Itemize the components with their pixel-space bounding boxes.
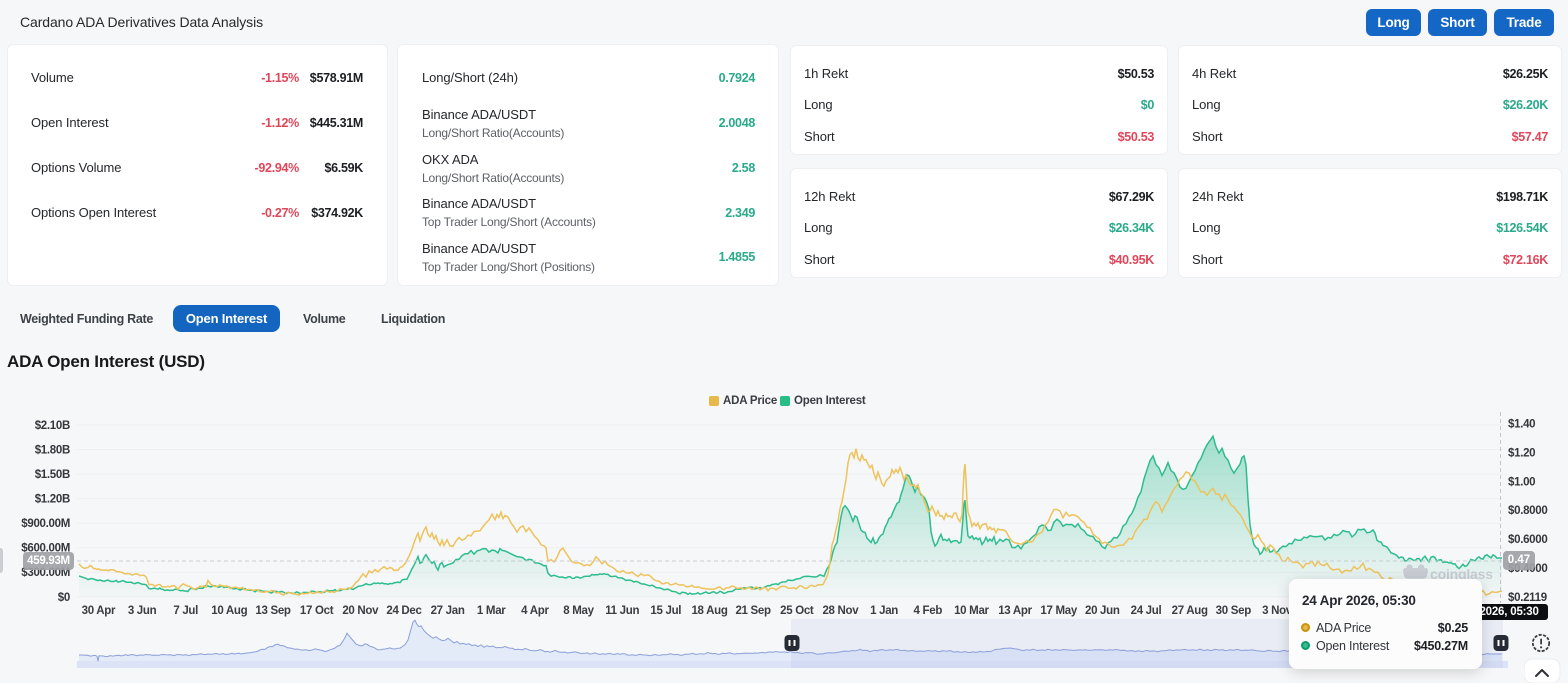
svg-text:$2.10B: $2.10B (35, 420, 70, 432)
svg-text:4 Apr: 4 Apr (521, 605, 549, 617)
svg-text:4 Feb: 4 Feb (914, 605, 943, 617)
svg-text:1 Mar: 1 Mar (477, 605, 506, 617)
svg-text:30 Apr: 30 Apr (82, 605, 116, 617)
svg-text:13 Sep: 13 Sep (255, 605, 291, 617)
svg-text:3 Jun: 3 Jun (128, 605, 157, 617)
svg-text:10 Aug: 10 Aug (211, 605, 247, 617)
svg-text:27 Aug: 27 Aug (1172, 605, 1208, 617)
svg-text:13 Apr: 13 Apr (998, 605, 1032, 617)
svg-text:20 Jun: 20 Jun (1085, 605, 1120, 617)
svg-text:$900.00M: $900.00M (21, 518, 70, 530)
svg-text:$1.80B: $1.80B (35, 445, 70, 457)
svg-text:$1.20B: $1.20B (35, 494, 70, 506)
svg-text:28 Nov: 28 Nov (822, 605, 859, 617)
svg-text:$1.00: $1.00 (1508, 476, 1535, 488)
svg-text:$0.6000: $0.6000 (1508, 534, 1547, 546)
svg-text:20 Nov: 20 Nov (342, 605, 379, 617)
svg-text:30 Sep: 30 Sep (1216, 605, 1252, 617)
svg-text:17 Oct: 17 Oct (300, 605, 334, 617)
svg-text:21 Sep: 21 Sep (735, 605, 771, 617)
svg-text:1 Jan: 1 Jan (870, 605, 898, 617)
svg-text:15 Jul: 15 Jul (650, 605, 681, 617)
svg-text:24 Dec: 24 Dec (386, 605, 422, 617)
svg-text:$0.2119: $0.2119 (1508, 592, 1547, 604)
svg-text:$1.40: $1.40 (1508, 419, 1535, 431)
svg-text:25 Oct: 25 Oct (780, 605, 814, 617)
svg-text:7 Jul: 7 Jul (173, 605, 198, 617)
svg-text:$0: $0 (58, 592, 70, 604)
svg-text:18 Aug: 18 Aug (691, 605, 727, 617)
svg-text:8 May: 8 May (563, 605, 594, 617)
svg-text:$1.20: $1.20 (1508, 447, 1535, 459)
svg-text:10 Mar: 10 Mar (954, 605, 989, 617)
svg-text:24 Jul: 24 Jul (1131, 605, 1162, 617)
svg-text:27 Jan: 27 Jan (431, 605, 465, 617)
svg-text:17 May: 17 May (1040, 605, 1077, 617)
svg-text:11 Jun: 11 Jun (605, 605, 639, 617)
svg-text:$1.50B: $1.50B (35, 469, 70, 481)
svg-text:$0.8000: $0.8000 (1508, 505, 1547, 517)
